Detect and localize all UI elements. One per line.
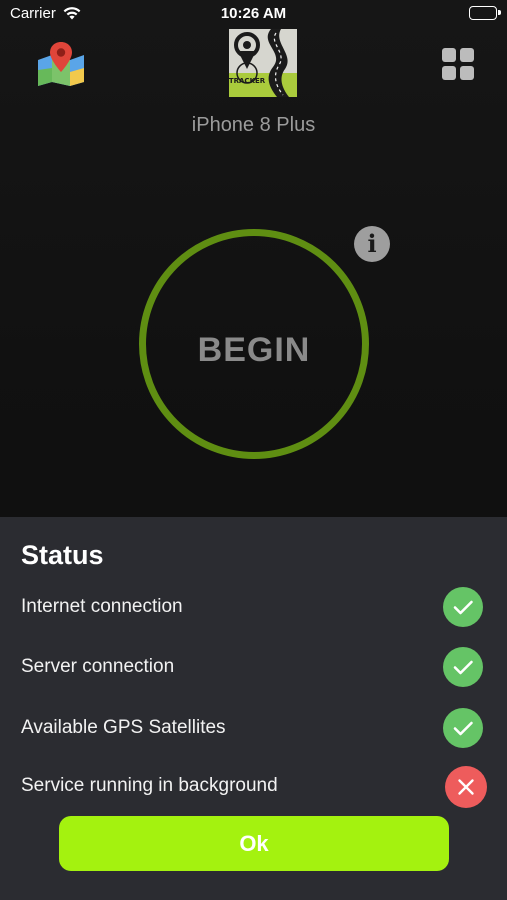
check-icon (443, 647, 483, 687)
check-icon (443, 708, 483, 748)
status-row-label: Server connection (21, 656, 175, 677)
ok-button[interactable]: Ok (59, 816, 449, 871)
check-icon (443, 587, 483, 627)
status-row-gps: Available GPS Satellites (0, 708, 507, 748)
status-row-internet: Internet connection (0, 587, 507, 627)
tracker-logo-icon: TRACKER (229, 29, 297, 97)
map-pin-icon[interactable] (36, 40, 86, 86)
status-title: Status (21, 540, 104, 570)
status-row-label: Internet connection (21, 596, 183, 617)
status-row-label: Service running in background (21, 775, 278, 796)
status-row-label: Available GPS Satellites (21, 717, 226, 738)
status-bar: Carrier 10:26 AM (0, 0, 507, 28)
status-row-background-service: Service running in background (0, 766, 507, 808)
status-row-server: Server connection (0, 647, 507, 687)
clock: 10:26 AM (220, 5, 287, 22)
grid-icon[interactable] (442, 48, 474, 80)
begin-button[interactable]: BEGIN (139, 229, 369, 459)
begin-label: BEGIN (197, 331, 311, 369)
battery-full-icon (469, 6, 501, 20)
status-sheet: Status Internet connection Server connec… (0, 517, 507, 900)
device-name: iPhone 8 Plus (191, 114, 316, 136)
info-icon[interactable]: i (354, 226, 390, 262)
app-screen: Carrier 10:26 AM TRACKER iPhone 8 Plus B… (0, 0, 507, 900)
close-icon (445, 766, 487, 808)
logo-text: TRACKER (229, 77, 266, 85)
